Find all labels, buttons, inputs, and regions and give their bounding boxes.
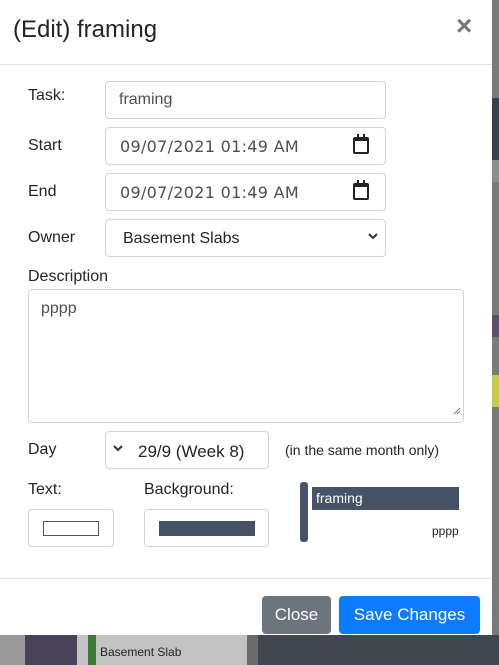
end-datetime-input[interactable]: 09/07/2021 01:49 AM bbox=[105, 173, 386, 211]
task-preview-handle bbox=[300, 482, 308, 542]
backdrop-chip bbox=[492, 375, 499, 407]
backdrop-chip bbox=[492, 98, 499, 160]
backdrop-cell bbox=[258, 635, 499, 665]
calendar-icon[interactable] bbox=[353, 180, 369, 200]
modal-header: (Edit) framing × bbox=[0, 0, 492, 65]
background-color-swatch bbox=[159, 521, 255, 536]
task-input-value: framing bbox=[119, 91, 173, 108]
task-label: Task: bbox=[28, 87, 66, 104]
backdrop-task-label: Basement Slab bbox=[100, 645, 182, 659]
owner-label: Owner bbox=[28, 229, 76, 246]
modal-title: (Edit) framing bbox=[13, 16, 158, 43]
backdrop-cell bbox=[25, 635, 77, 665]
text-color-swatch bbox=[43, 521, 99, 536]
task-preview-description: pppp bbox=[432, 524, 459, 538]
end-label: End bbox=[28, 183, 57, 200]
start-label: Start bbox=[28, 137, 62, 154]
chevron-down-icon bbox=[367, 230, 379, 245]
text-color-label: Text: bbox=[28, 481, 62, 498]
day-label: Day bbox=[28, 441, 57, 458]
backdrop-chip bbox=[492, 160, 499, 182]
save-changes-button[interactable]: Save Changes bbox=[339, 596, 480, 634]
start-datetime-value: 09/07/2021 01:49 AM bbox=[120, 137, 299, 156]
task-input[interactable]: framing bbox=[105, 81, 386, 119]
day-hint: (in the same month only) bbox=[285, 442, 440, 458]
description-value: pppp bbox=[41, 300, 77, 317]
backdrop-cell bbox=[0, 635, 25, 665]
text-color-picker[interactable] bbox=[28, 509, 114, 547]
day-select-value: 29/9 (Week 8) bbox=[138, 442, 245, 461]
background-color-label: Background: bbox=[144, 481, 234, 498]
resize-grip-icon[interactable] bbox=[451, 402, 461, 420]
background-color-picker[interactable] bbox=[144, 509, 269, 547]
description-textarea[interactable]: pppp bbox=[28, 289, 464, 423]
chevron-down-icon bbox=[112, 442, 124, 457]
close-button[interactable]: Close bbox=[262, 596, 331, 634]
start-datetime-input[interactable]: 09/07/2021 01:49 AM bbox=[105, 127, 386, 165]
calendar-icon[interactable] bbox=[353, 134, 369, 154]
owner-select-value: Basement Slabs bbox=[123, 230, 240, 247]
edit-task-modal: (Edit) framing × Task: framing Start 09/… bbox=[0, 0, 492, 635]
description-label: Description bbox=[28, 268, 109, 285]
backdrop-task-marker bbox=[88, 635, 96, 665]
modal-footer-divider bbox=[0, 578, 492, 579]
day-select[interactable]: 29/9 (Week 8) bbox=[105, 431, 269, 469]
close-icon[interactable]: × bbox=[456, 12, 472, 40]
end-datetime-value: 09/07/2021 01:49 AM bbox=[120, 183, 299, 202]
owner-select[interactable]: Basement Slabs bbox=[105, 219, 386, 257]
backdrop-chip bbox=[492, 315, 499, 337]
task-preview-bar: framing bbox=[312, 487, 459, 510]
